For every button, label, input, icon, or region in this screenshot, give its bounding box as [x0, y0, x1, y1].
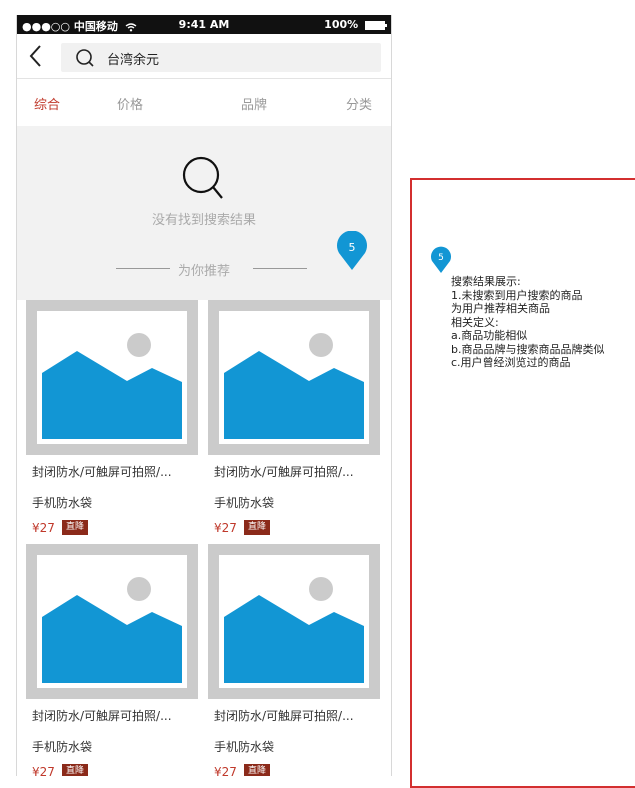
product-image	[208, 544, 380, 699]
tab-comprehensive[interactable]: 综合	[34, 94, 60, 113]
product-title: 封闭防水/可触屏可拍照/...	[214, 709, 354, 723]
product-image	[26, 544, 198, 699]
product-subtitle: 手机防水袋	[32, 496, 93, 510]
product-title: 封闭防水/可触屏可拍照/...	[32, 709, 172, 723]
product-subtitle: 手机防水袋	[32, 740, 93, 754]
status-bar: ●●●○○ 中国移动 9:41 AM 100%	[17, 15, 391, 34]
product-price: ¥27	[32, 765, 55, 776]
annotation-text: 搜索结果展示: 1.未搜索到用户搜索的商品 为用户推荐相关商品 相关定义: a.…	[451, 275, 605, 369]
product-image	[208, 300, 380, 455]
product-image	[26, 300, 198, 455]
product-price: ¥27	[32, 521, 55, 535]
battery-status: 100%	[324, 18, 387, 31]
product-title: 封闭防水/可触屏可拍照/...	[32, 465, 172, 479]
search-icon	[76, 49, 94, 67]
image-placeholder-icon	[219, 555, 369, 688]
empty-search-icon	[182, 156, 223, 199]
divider-right	[253, 268, 307, 269]
product-subtitle: 手机防水袋	[214, 740, 275, 754]
annotation-marker-icon: 5	[337, 231, 367, 270]
discount-badge: 直降	[244, 520, 271, 535]
product-title: 封闭防水/可触屏可拍照/...	[214, 465, 354, 479]
product-price: ¥27	[214, 521, 237, 535]
no-result-message: 没有找到搜索结果	[151, 213, 256, 228]
tab-brand[interactable]: 品牌	[241, 94, 267, 113]
empty-result-area: 没有找到搜索结果 为你推荐 5	[17, 126, 391, 300]
search-query-text: 台湾余元	[107, 53, 160, 68]
tab-category[interactable]: 分类	[346, 94, 372, 113]
product-price: ¥27	[214, 765, 237, 776]
phone-mockup: ●●●○○ 中国移动 9:41 AM 100% 台湾余元 综合 价格 品牌 分类…	[16, 15, 392, 776]
search-header: 台湾余元	[17, 34, 391, 79]
back-arrow-icon[interactable]	[25, 42, 47, 70]
image-placeholder-icon	[37, 311, 187, 444]
marker-number: 5	[349, 241, 356, 254]
marker-number: 5	[438, 253, 444, 263]
image-placeholder-icon	[219, 311, 369, 444]
discount-badge: 直降	[244, 764, 271, 776]
product-subtitle: 手机防水袋	[214, 496, 275, 510]
tab-price[interactable]: 价格	[117, 94, 143, 113]
discount-badge: 直降	[62, 764, 89, 776]
search-input[interactable]: 台湾余元	[61, 43, 381, 72]
filter-tabs: 综合 价格 品牌 分类	[17, 79, 391, 127]
discount-badge: 直降	[62, 520, 89, 535]
battery-icon	[365, 20, 387, 30]
battery-percent: 100%	[324, 18, 359, 31]
image-placeholder-icon	[37, 555, 187, 688]
annotation-marker-icon: 5	[431, 246, 451, 273]
